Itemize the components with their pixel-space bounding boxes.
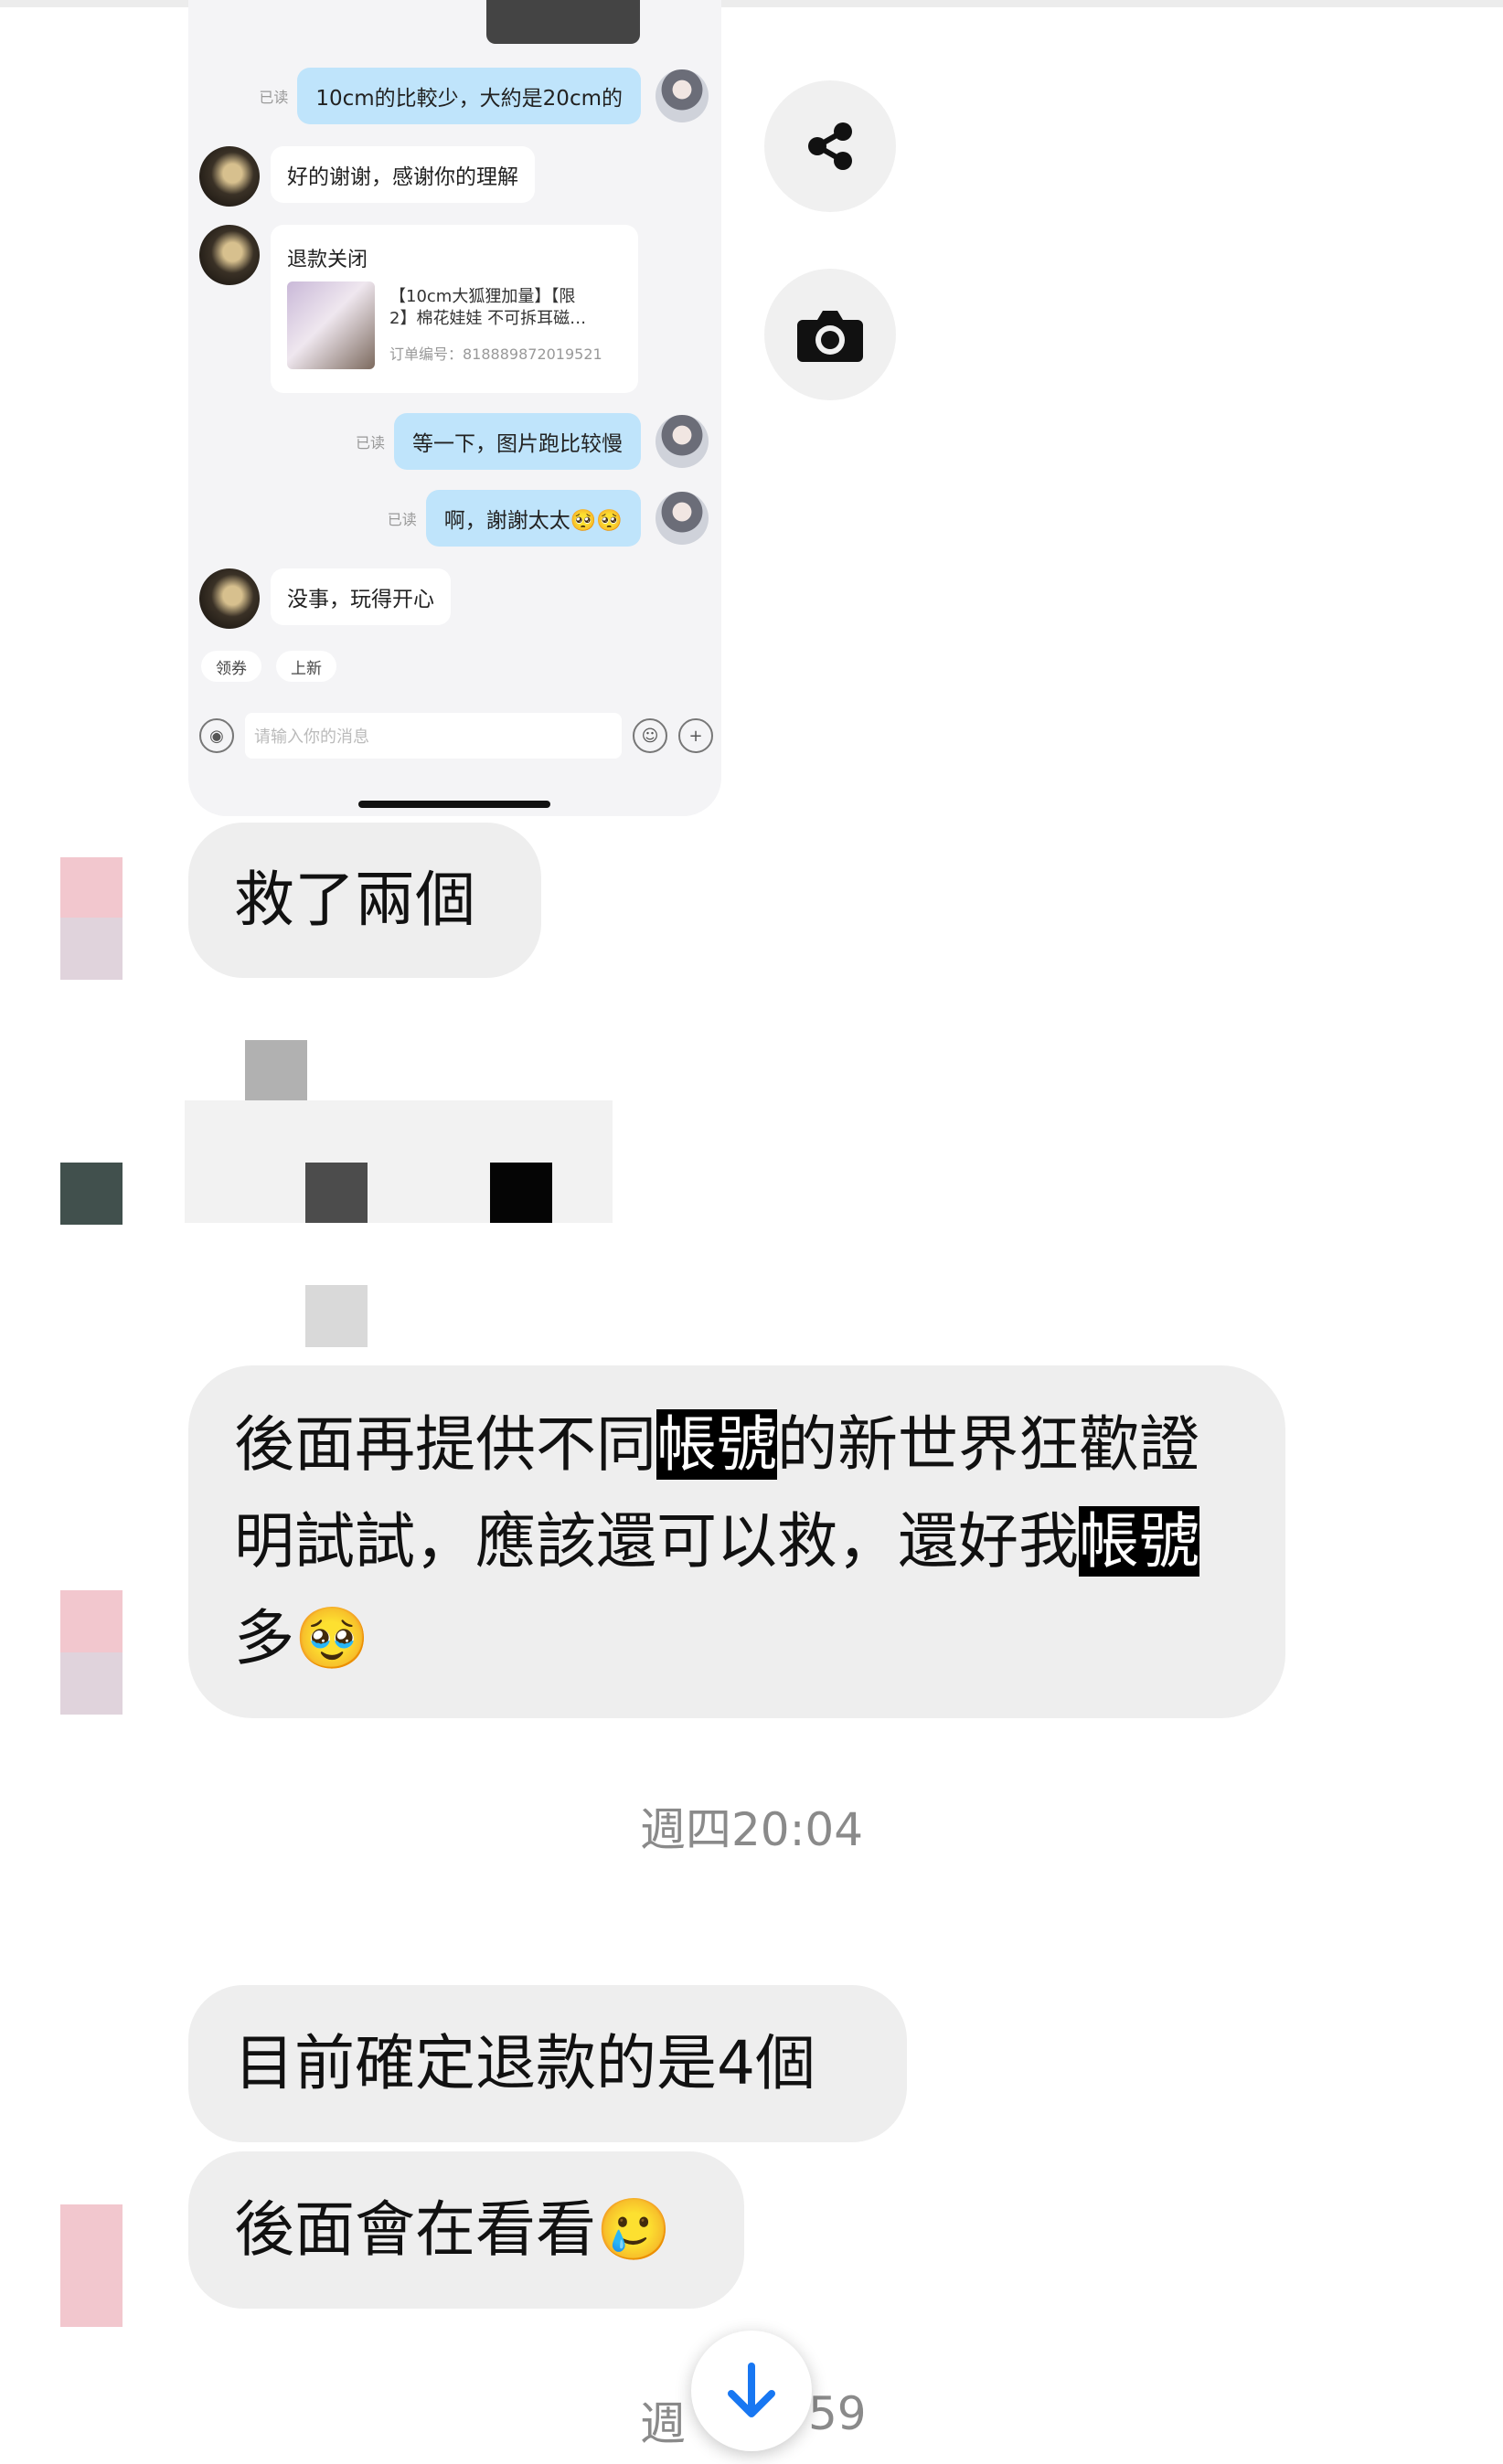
sad-smile-emoji: 🥲 xyxy=(596,2194,672,2265)
timestamp: 週四20:04 xyxy=(639,1803,864,1856)
share-button[interactable] xyxy=(764,80,896,212)
timestamp-fragment: 59 xyxy=(808,2387,867,2440)
sender-avatar xyxy=(60,918,123,980)
message-text: 目前確定退款的是4個 xyxy=(234,2028,815,2098)
refund-card: 退款关闭 【10cm大狐狸加量】【限 2】棉花娃娃 不可拆耳磁… 订单编号：81… xyxy=(271,225,638,393)
avatar xyxy=(199,225,260,285)
message-text: 多 xyxy=(234,1603,294,1673)
arrow-down-icon xyxy=(728,2363,775,2417)
screenshot-bubble-outgoing: 等一下，图片跑比较慢 xyxy=(394,413,641,470)
message-text: 後面會在看看 xyxy=(234,2194,596,2265)
camera-icon xyxy=(797,311,863,362)
message-bubble[interactable]: 目前確定退款的是4個 xyxy=(188,1985,907,2142)
screenshot-message-row: 已读 10cm的比較少，大約是20cm的 xyxy=(259,68,709,124)
screenshot-bubble-outgoing: 10cm的比較少，大約是20cm的 xyxy=(297,68,641,124)
sender-avatar[interactable] xyxy=(60,1163,123,1225)
home-indicator xyxy=(358,801,550,808)
screenshot-top-fragment xyxy=(486,0,640,44)
share-icon xyxy=(808,122,852,170)
read-receipt: 已读 xyxy=(355,434,385,451)
message-text: 救了兩個 xyxy=(234,865,475,935)
new-arrival-chip: 上新 xyxy=(276,651,336,682)
camera-button[interactable] xyxy=(764,269,896,400)
scroll-to-bottom-button[interactable] xyxy=(691,2331,812,2451)
plus-icon: + xyxy=(678,718,713,753)
pleading-face-emoji: 🥹 xyxy=(294,1603,370,1673)
screenshot-message-row: 好的谢谢，感谢你的理解 xyxy=(271,146,535,203)
screenshot-bubble-incoming: 好的谢谢，感谢你的理解 xyxy=(271,146,535,203)
product-thumbnail xyxy=(287,281,375,369)
screenshot-input-field: 请输入你的消息 xyxy=(245,713,622,759)
read-receipt: 已读 xyxy=(387,511,417,528)
card-product-line: 2】棉花娃娃 不可拆耳磁… xyxy=(389,309,587,328)
screenshot-input-bar: ◉ 请输入你的消息 ☺ + xyxy=(199,711,713,760)
voice-icon: ◉ xyxy=(199,718,234,753)
card-title: 退款关闭 xyxy=(287,249,368,271)
message-bubble[interactable]: 後面會在看看🥲 xyxy=(188,2151,744,2309)
shared-screenshot-image[interactable]: 已读 10cm的比較少，大約是20cm的 好的谢谢，感谢你的理解 退款关闭 【1… xyxy=(188,0,721,816)
message-bubble[interactable]: 後面再提供不同帳號的新世界狂歡證明試試，應該還可以救，還好我帳號多🥹 xyxy=(188,1365,1285,1718)
avatar xyxy=(199,568,260,629)
emoji-icon: ☺ xyxy=(633,718,667,753)
screenshot-message-row: 已读 等一下，图片跑比较慢 xyxy=(356,413,709,470)
screenshot-message-row: 已读 啊，謝謝太太🥺🥺 xyxy=(388,490,709,547)
avatar xyxy=(656,492,709,545)
screenshot-bubble-outgoing: 啊，謝謝太太🥺🥺 xyxy=(425,490,641,547)
message-text: 後面再提供不同 xyxy=(234,1409,656,1480)
timestamp-fragment: 週 xyxy=(640,2397,686,2450)
sender-avatar[interactable] xyxy=(60,2204,123,2327)
card-order-number: 订单编号：8188898720195​21 xyxy=(389,345,602,363)
highlighted-text: 帳號 xyxy=(1079,1506,1199,1577)
coupon-chip: 领券 xyxy=(201,651,261,682)
read-receipt: 已读 xyxy=(259,89,289,106)
sender-avatar[interactable] xyxy=(60,857,123,919)
screenshot-bubble-incoming: 没事，玩得开心 xyxy=(271,568,451,625)
highlighted-text: 帳號 xyxy=(656,1409,777,1480)
message-bubble[interactable]: 救了兩個 xyxy=(188,823,541,978)
screenshot-message-row: 没事，玩得开心 xyxy=(271,568,451,625)
avatar xyxy=(656,415,709,468)
sender-avatar[interactable] xyxy=(60,1590,123,1652)
avatar xyxy=(656,69,709,122)
avatar xyxy=(199,146,260,207)
card-product-line: 【10cm大狐狸加量】【限 xyxy=(389,287,576,306)
sender-avatar xyxy=(60,1652,123,1715)
pixelated-image[interactable] xyxy=(185,1040,613,1347)
